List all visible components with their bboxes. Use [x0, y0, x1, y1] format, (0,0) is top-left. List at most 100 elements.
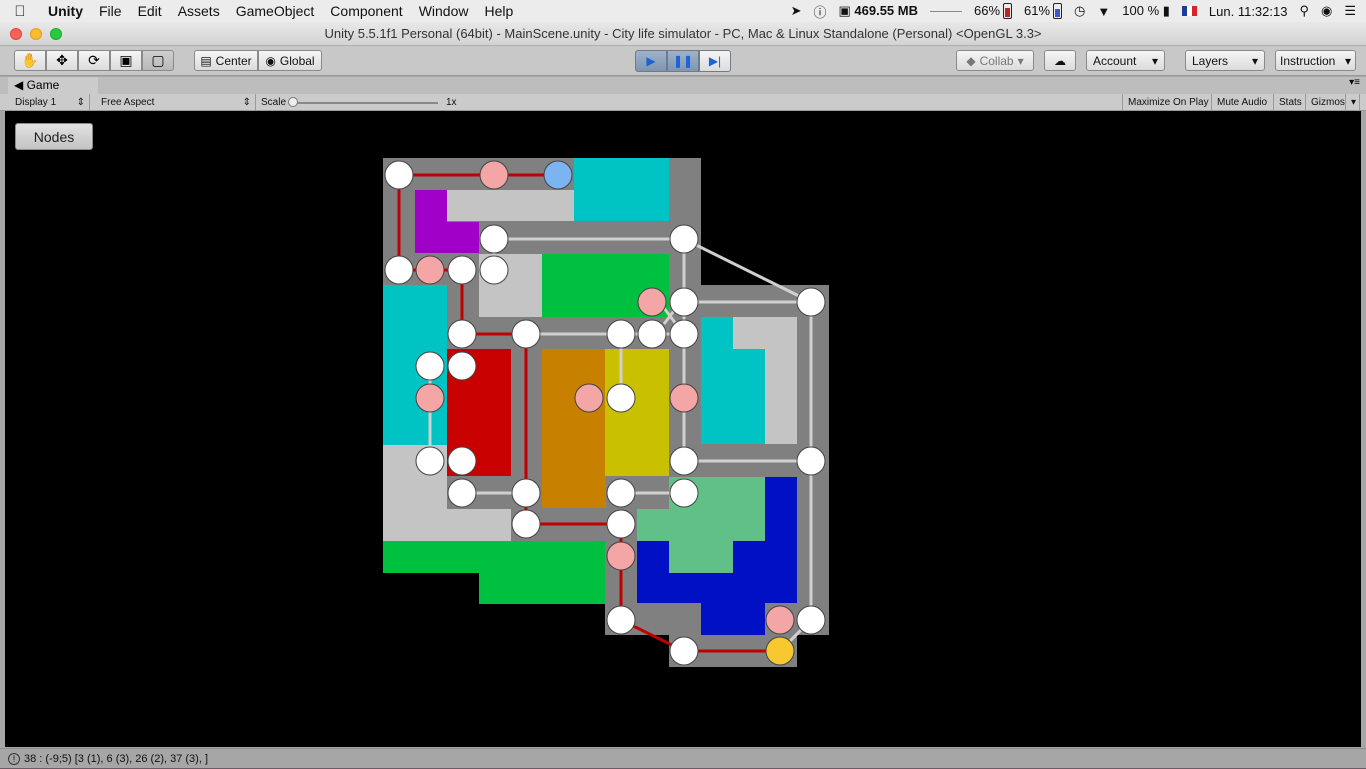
node-pink[interactable] [637, 287, 667, 317]
node[interactable] [669, 319, 699, 349]
node[interactable] [606, 509, 636, 539]
hand-tool-icon[interactable]: ✋ [14, 50, 46, 71]
node-pink[interactable] [415, 383, 445, 413]
info-circle-icon[interactable]: ⓘ [813, 2, 826, 21]
tab-menu-icon[interactable]: ▾≡ [1349, 77, 1360, 88]
display-dropdown[interactable]: Display 1 ⇕ [10, 94, 90, 111]
menu-help[interactable]: Help [476, 3, 521, 19]
node[interactable] [796, 287, 826, 317]
collab-button[interactable]: ◆ Collab ▾ [956, 50, 1034, 71]
battery-status[interactable]: 61% [1024, 3, 1063, 20]
node-pink[interactable] [669, 383, 699, 413]
node-pink[interactable] [479, 160, 509, 190]
node[interactable] [415, 351, 445, 381]
node[interactable] [511, 509, 541, 539]
node[interactable] [669, 446, 699, 476]
apple-menu-icon[interactable]:  [0, 3, 40, 20]
game-viewport[interactable]: Nodes [5, 111, 1361, 747]
notification-center-icon[interactable]: ☰ [1344, 3, 1356, 19]
node[interactable] [669, 636, 699, 666]
cyan-block [733, 349, 765, 444]
pause-button[interactable]: ❚❚ [667, 50, 699, 72]
node-yellow[interactable] [765, 636, 795, 666]
cloud-button[interactable]: ☁ [1044, 50, 1076, 71]
node[interactable] [447, 351, 477, 381]
stats-toggle[interactable]: Stats [1274, 94, 1306, 111]
input-source-flag-icon[interactable] [1181, 6, 1197, 16]
green-block [383, 541, 605, 573]
menu-assets[interactable]: Assets [170, 3, 228, 19]
node-pink[interactable] [574, 383, 604, 413]
gizmos-toggle[interactable]: Gizmos [1306, 94, 1346, 111]
blue-block [701, 603, 765, 635]
node[interactable] [511, 478, 541, 508]
node[interactable] [796, 446, 826, 476]
clock[interactable]: Lun. 11:32:13 [1209, 4, 1288, 19]
close-window-icon[interactable] [10, 28, 22, 40]
siri-icon[interactable]: ◉ [1321, 3, 1332, 19]
step-button[interactable]: ▶| [699, 50, 731, 72]
mute-audio-toggle[interactable]: Mute Audio [1212, 94, 1274, 111]
menu-app-unity[interactable]: Unity [40, 3, 91, 19]
minimize-window-icon[interactable] [30, 28, 42, 40]
pivot-center-button[interactable]: ▤ Center [194, 50, 258, 71]
tab-game[interactable]: ◀ Game [8, 77, 98, 94]
menu-edit[interactable]: Edit [130, 3, 170, 19]
account-dropdown[interactable]: Account ▾ [1086, 50, 1165, 71]
node[interactable] [669, 478, 699, 508]
cpu-status[interactable]: 66% [974, 3, 1013, 20]
node[interactable] [669, 287, 699, 317]
layout-dropdown[interactable]: Instruction ▾ [1275, 50, 1356, 71]
node[interactable] [447, 446, 477, 476]
node[interactable] [447, 255, 477, 285]
play-icon: ▶ [646, 54, 656, 68]
node[interactable] [606, 319, 636, 349]
tab-game-label: Game [26, 78, 60, 92]
node[interactable] [606, 478, 636, 508]
node[interactable] [447, 478, 477, 508]
play-button[interactable]: ▶ [635, 50, 667, 72]
node[interactable] [606, 383, 636, 413]
aspect-dropdown[interactable]: Free Aspect ⇕ [96, 94, 256, 111]
time-machine-icon[interactable]: ◷ [1074, 3, 1085, 19]
gizmos-dropdown-arrow-icon[interactable]: ▾ [1346, 94, 1360, 111]
maximize-on-play-toggle[interactable]: Maximize On Play [1122, 94, 1212, 111]
scale-tool-icon[interactable]: ▣ [110, 50, 142, 71]
layers-dropdown[interactable]: Layers ▾ [1185, 50, 1265, 71]
menu-gameobject[interactable]: GameObject [228, 3, 323, 19]
memory-status[interactable]: ▣ 469.55 MB [838, 3, 918, 19]
node[interactable] [511, 319, 541, 349]
node[interactable] [447, 319, 477, 349]
move-tool-icon[interactable]: ✥ [46, 50, 78, 71]
console-status-bar[interactable]: ! 38 : (-9;5) [3 (1), 6 (3), 26 (2), 37 (… [0, 748, 1366, 768]
node-blue[interactable] [543, 160, 573, 190]
location-arrow-icon[interactable]: ➤ [791, 3, 802, 19]
node[interactable] [669, 224, 699, 254]
spotlight-search-icon[interactable]: ⚲ [1299, 3, 1309, 19]
menu-component[interactable]: Component [322, 3, 410, 19]
node-pink[interactable] [415, 255, 445, 285]
status-text: 38 : (-9;5) [3 (1), 6 (3), 26 (2), 37 (3… [24, 753, 209, 765]
scale-slider-track[interactable] [292, 102, 438, 104]
node[interactable] [384, 160, 414, 190]
power-status[interactable]: 100 % ▮ [1122, 3, 1170, 19]
scale-slider-thumb[interactable] [288, 97, 298, 107]
rotate-tool-icon[interactable]: ⟳ [78, 50, 110, 71]
node[interactable] [606, 605, 636, 635]
node[interactable] [637, 319, 667, 349]
node-pink[interactable] [765, 605, 795, 635]
node[interactable] [479, 255, 509, 285]
menu-file[interactable]: File [91, 3, 130, 19]
wifi-icon[interactable]: ▼ [1097, 4, 1110, 19]
node[interactable] [479, 224, 509, 254]
updown-arrow-icon: ⇕ [242, 97, 251, 108]
zoom-window-icon[interactable] [50, 28, 62, 40]
rect-tool-icon[interactable]: ▢ [142, 50, 174, 71]
node-pink[interactable] [606, 541, 636, 571]
node[interactable] [384, 255, 414, 285]
collab-label: Collab [979, 53, 1014, 68]
menu-window[interactable]: Window [411, 3, 477, 19]
node[interactable] [415, 446, 445, 476]
space-global-button[interactable]: ◉ Global [258, 50, 322, 71]
node[interactable] [796, 605, 826, 635]
